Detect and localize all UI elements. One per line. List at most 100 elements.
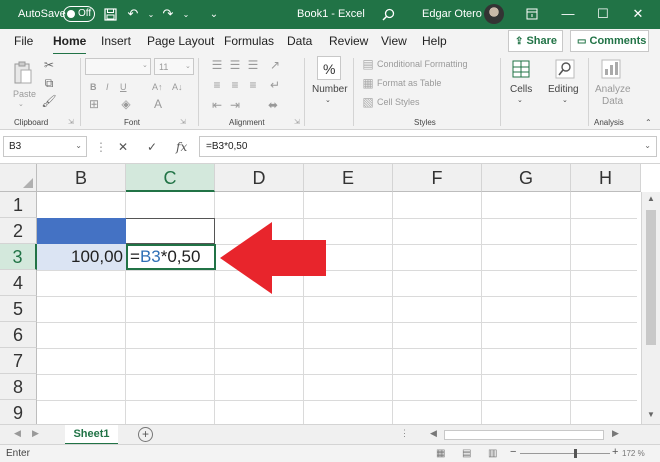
tab-view[interactable]: View [381,34,407,48]
cell-styles-label[interactable]: Cell Styles [377,97,420,107]
decrease-indent-icon[interactable]: ⇤ [210,98,224,112]
zoom-slider-knob[interactable] [574,449,577,458]
borders-icon[interactable]: ⊞ [88,97,100,111]
row-header-6[interactable]: 6 [0,322,37,348]
name-box[interactable]: B3 ⌄ [3,136,87,157]
tab-split-dots-icon[interactable]: ⋮ [400,428,409,439]
user-name[interactable]: Edgar Otero [422,8,482,20]
align-right-icon[interactable]: ≡ [246,78,260,92]
row-header-4[interactable]: 4 [0,270,37,296]
row-header-3[interactable]: 3 [0,244,37,270]
analyze-label-1[interactable]: Analyze [595,84,631,95]
tab-file[interactable]: File [14,34,33,48]
align-bottom-icon[interactable]: ☰ [246,58,260,72]
italic-icon[interactable]: I [106,82,109,92]
row-header-5[interactable]: 5 [0,296,37,322]
editing-icon[interactable] [554,58,576,80]
copy-icon[interactable]: ⧉ [42,76,56,90]
close-icon[interactable]: ✕ [628,4,648,24]
normal-view-icon[interactable]: ▦ [436,448,445,459]
increase-font-icon[interactable]: A↑ [152,82,163,92]
cells-dropdown-icon[interactable]: ⌄ [517,96,523,104]
paste-dropdown-icon[interactable]: ⌄ [18,100,24,108]
editing-dropdown-icon[interactable]: ⌄ [562,96,568,104]
vertical-scrollbar[interactable]: ▲ ▼ [641,192,660,424]
fill-color-icon[interactable]: ◈ [120,97,132,111]
zoom-level[interactable]: 172 % [622,449,645,458]
format-painter-icon[interactable]: 🖌 [41,94,56,108]
sheet-tab-sheet1[interactable]: Sheet1 [65,425,118,445]
page-layout-view-icon[interactable]: ▤ [462,448,471,459]
cut-icon[interactable]: ✂ [42,58,56,72]
avatar[interactable] [484,4,504,24]
wrap-text-icon[interactable]: ↵ [268,78,282,92]
search-icon[interactable] [380,6,396,22]
format-as-table-icon[interactable]: ▦ [362,76,374,90]
editing-button-label[interactable]: Editing [548,84,579,95]
worksheet-grid[interactable]: B C D E F G H 1 2 3 4 5 6 7 8 9 100,00 =… [0,164,660,424]
scroll-down-icon[interactable]: ▼ [647,410,655,419]
row-header-1[interactable]: 1 [0,192,37,218]
column-header-h[interactable]: H [571,164,641,192]
number-dropdown-icon[interactable]: ⌄ [325,96,331,104]
tab-home[interactable]: Home [53,34,87,55]
enter-icon[interactable]: ✓ [147,140,157,154]
tab-insert[interactable]: Insert [101,34,131,48]
font-launcher-icon[interactable]: ⇲ [180,118,186,126]
number-format-icon[interactable]: % [317,56,341,80]
tab-page-layout[interactable]: Page Layout [147,34,214,48]
scroll-left-icon[interactable]: ◀ [430,428,437,439]
undo-icon[interactable]: ↶ [125,6,141,22]
conditional-formatting-label[interactable]: Conditional Formatting [377,59,468,69]
decrease-font-icon[interactable]: A↓ [172,82,183,92]
horizontal-scrollbar[interactable] [444,430,604,440]
tab-review[interactable]: Review [329,34,368,48]
cell-b2[interactable] [37,218,126,244]
font-size-box[interactable]: 11 ⌄ [154,58,194,75]
autosave-toggle[interactable]: Off [63,6,95,22]
zoom-slider[interactable] [520,449,610,458]
number-button-label[interactable]: Number [312,84,348,95]
cell-styles-icon[interactable]: ▧ [362,95,374,109]
ribbon-display-icon[interactable] [522,4,542,24]
paste-icon[interactable] [12,60,34,86]
customize-toolbar-icon[interactable]: ⌄ [206,6,222,22]
align-top-icon[interactable]: ☰ [210,58,224,72]
column-header-c[interactable]: C [126,164,215,192]
zoom-out-icon[interactable]: − [510,446,516,458]
tab-help[interactable]: Help [422,34,447,48]
column-header-f[interactable]: F [393,164,482,192]
restore-icon[interactable]: ☐ [593,4,613,24]
font-color-icon[interactable]: A [152,97,164,111]
save-icon[interactable] [102,6,118,22]
merge-center-icon[interactable]: ⬌ [264,98,282,112]
row-header-9[interactable]: 9 [0,400,37,424]
select-all-corner[interactable] [0,164,37,192]
cells-icon[interactable] [510,58,532,80]
next-sheet-icon[interactable]: ▶ [32,428,39,439]
vertical-scroll-thumb[interactable] [646,210,656,345]
comments-button[interactable]: ▭ Comments [570,30,649,52]
cancel-icon[interactable]: ✕ [118,140,128,154]
page-break-view-icon[interactable]: ▥ [488,448,497,459]
cell-b3[interactable]: 100,00 [37,244,126,270]
scroll-up-icon[interactable]: ▲ [647,194,655,203]
column-header-g[interactable]: G [482,164,571,192]
insert-function-icon[interactable]: fx [176,140,187,154]
zoom-in-icon[interactable]: + [612,446,618,458]
undo-dropdown-icon[interactable]: ⌄ [143,6,159,22]
bold-icon[interactable]: B [90,82,97,92]
increase-indent-icon[interactable]: ⇥ [228,98,242,112]
column-header-b[interactable]: B [37,164,126,192]
analyze-data-icon[interactable] [600,58,622,80]
formula-input[interactable]: =B3*0,50 ⌄ [199,136,657,157]
cells-button-label[interactable]: Cells [510,84,532,95]
minimize-icon[interactable]: — [558,4,578,24]
conditional-formatting-icon[interactable]: ▤ [362,57,374,71]
tab-formulas[interactable]: Formulas [224,34,274,48]
align-center-icon[interactable]: ≡ [228,78,242,92]
prev-sheet-icon[interactable]: ◀ [14,428,21,439]
paste-label[interactable]: Paste [13,89,36,99]
font-name-dropdown-icon[interactable]: ⌄ [142,61,148,69]
add-sheet-icon[interactable]: + [138,427,153,442]
